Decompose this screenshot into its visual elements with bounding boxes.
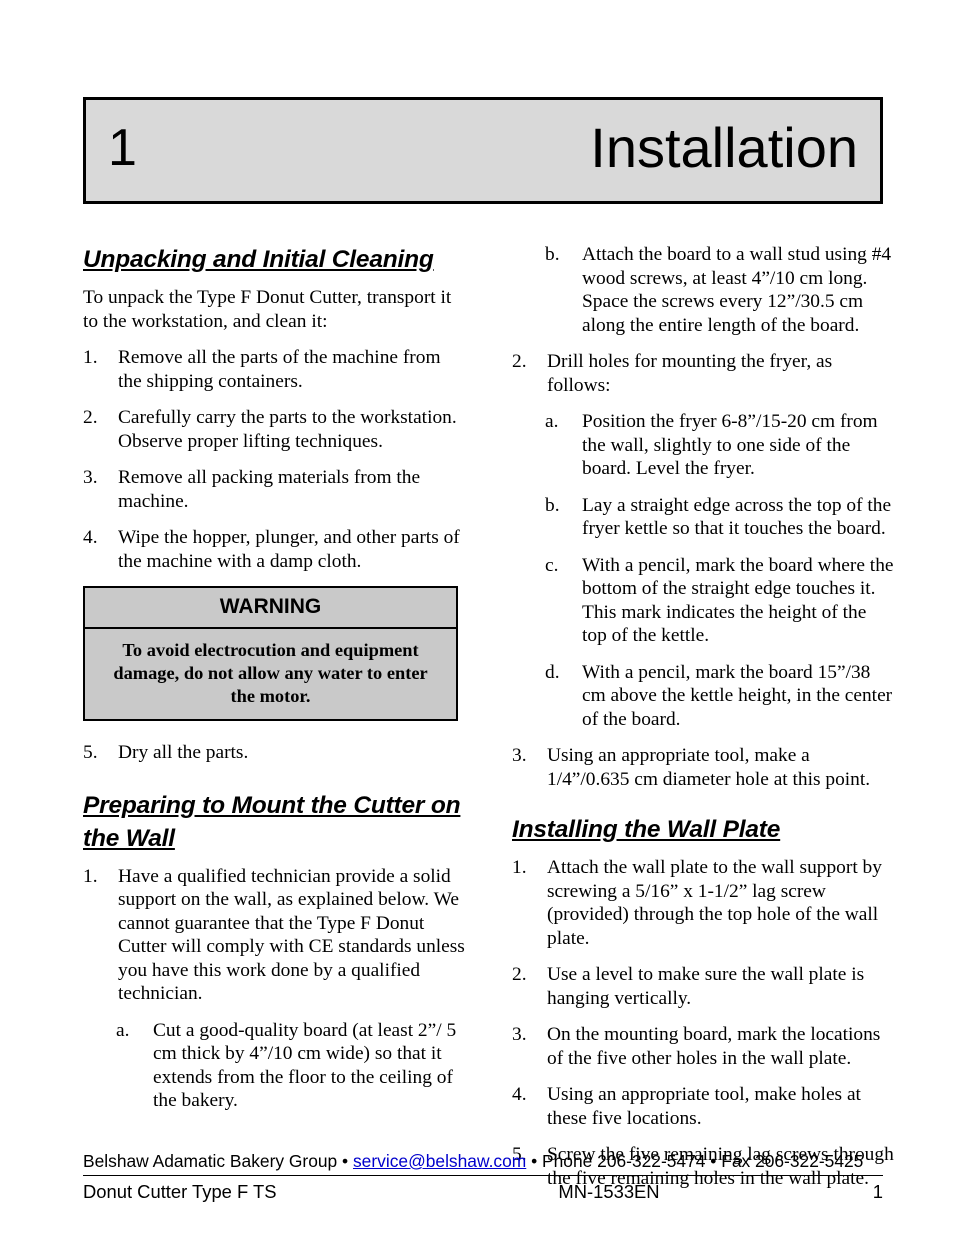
unpacking-steps-list: 1. Remove all the parts of the machine f… bbox=[83, 346, 466, 573]
unpacking-steps-continued: 5. Dry all the parts. bbox=[83, 741, 466, 765]
list-item-text: Using an appropriate tool, make a 1/4”/0… bbox=[547, 745, 871, 790]
list-marker: 3. bbox=[83, 467, 98, 488]
list-item-text: Wipe the hopper, plunger, and other part… bbox=[118, 527, 460, 572]
list-item: c. With a pencil, mark the board where t… bbox=[545, 554, 895, 648]
list-marker: 3. bbox=[512, 1024, 527, 1045]
list-marker: 5. bbox=[83, 742, 98, 763]
list-item: 1. Have a qualified technician provide a… bbox=[83, 865, 466, 1006]
footer-email-link[interactable]: service@belshaw.com bbox=[353, 1151, 526, 1171]
chapter-title: Installation bbox=[590, 115, 858, 179]
list-item: 1. Attach the wall plate to the wall sup… bbox=[512, 856, 895, 950]
list-item: 3. Using an appropriate tool, make a 1/4… bbox=[512, 744, 895, 791]
mounting-substeps-list: a. Cut a good-quality board (at least 2”… bbox=[116, 1019, 466, 1113]
list-item: 2. Drill holes for mounting the fryer, a… bbox=[512, 350, 895, 397]
drill-hole-final-step: 3. Using an appropriate tool, make a 1/4… bbox=[512, 744, 895, 791]
list-item-text: Remove all packing materials from the ma… bbox=[118, 467, 421, 512]
footer-document-title: Donut Cutter Type F TS bbox=[83, 1181, 277, 1202]
list-marker: 1. bbox=[83, 347, 98, 368]
list-item: 2. Use a level to make sure the wall pla… bbox=[512, 963, 895, 1010]
list-item: 3. On the mounting board, mark the locat… bbox=[512, 1023, 895, 1070]
footer-company-name: Belshaw Adamatic Bakery Group bbox=[83, 1151, 338, 1171]
wall-plate-steps-list: 1. Attach the wall plate to the wall sup… bbox=[512, 856, 895, 1190]
list-marker: 4. bbox=[83, 527, 98, 548]
list-marker: a. bbox=[116, 1019, 130, 1041]
heading-installing-the-wall-plate: Installing the Wall Plate bbox=[512, 816, 781, 843]
footer-page-number: 1 bbox=[872, 1181, 883, 1202]
footer-document-number: MN-1533EN bbox=[558, 1181, 660, 1202]
list-marker: b. bbox=[545, 244, 560, 265]
footer-phone: Phone 206-322-5474 bbox=[542, 1151, 706, 1171]
heading-preparing-to-mount: Preparing to Mount the Cutter on the Wal… bbox=[83, 791, 461, 852]
heading-unpacking-and-initial-cleaning: Unpacking and Initial Cleaning bbox=[83, 246, 434, 273]
list-marker: 2. bbox=[512, 964, 527, 985]
mounting-steps-list: 1. Have a qualified technician provide a… bbox=[83, 865, 466, 1006]
list-marker: 3. bbox=[512, 745, 527, 766]
list-item-text: Position the fryer 6-8”/15-20 cm from th… bbox=[582, 411, 878, 479]
list-item: 4. Wipe the hopper, plunger, and other p… bbox=[83, 526, 466, 573]
list-item-text: On the mounting board, mark the location… bbox=[547, 1024, 881, 1069]
warning-box: WARNING To avoid electrocution and equip… bbox=[83, 586, 458, 721]
list-item: a. Cut a good-quality board (at least 2”… bbox=[116, 1019, 466, 1113]
list-item-text: With a pencil, mark the board 15”/38 cm … bbox=[582, 661, 893, 730]
list-item: b. Attach the board to a wall stud using… bbox=[545, 243, 895, 337]
list-item-text: With a pencil, mark the board where the … bbox=[582, 554, 894, 647]
list-item-text: Dry all the parts. bbox=[118, 742, 249, 763]
drill-holes-step: 2. Drill holes for mounting the fryer, a… bbox=[512, 350, 895, 397]
chapter-banner: 1 Installation bbox=[83, 97, 883, 204]
footer-separator: • bbox=[705, 1151, 722, 1171]
list-item: 4. Using an appropriate tool, make holes… bbox=[512, 1083, 895, 1130]
list-item: 3. Remove all packing materials from the… bbox=[83, 466, 466, 513]
list-marker: a. bbox=[545, 411, 559, 432]
list-item: 1. Remove all the parts of the machine f… bbox=[83, 346, 466, 393]
list-marker: 2. bbox=[83, 407, 98, 428]
list-item: a. Position the fryer 6-8”/15-20 cm from… bbox=[545, 410, 895, 481]
list-marker: 1. bbox=[512, 857, 527, 878]
list-marker: c. bbox=[545, 554, 559, 576]
list-item: 2. Carefully carry the parts to the work… bbox=[83, 406, 466, 453]
warning-text: To avoid electrocution and equipment dam… bbox=[85, 629, 456, 719]
list-item-text: Have a qualified technician provide a so… bbox=[118, 865, 465, 1005]
list-item-text: Attach the board to a wall stud using #4… bbox=[582, 244, 892, 336]
list-item-text: Cut a good-quality board (at least 2”/ 5… bbox=[153, 1019, 457, 1112]
list-marker: 4. bbox=[512, 1084, 527, 1105]
list-item-text: Attach the wall plate to the wall suppor… bbox=[547, 857, 882, 949]
list-item-text: Drill holes for mounting the fryer, as f… bbox=[547, 351, 833, 396]
mounting-substeps-continued: b. Attach the board to a wall stud using… bbox=[545, 243, 895, 337]
chapter-number: 1 bbox=[108, 118, 137, 177]
list-marker: 2. bbox=[512, 351, 527, 372]
list-item-text: Lay a straight edge across the top of th… bbox=[582, 494, 892, 540]
right-column: b. Attach the board to a wall stud using… bbox=[512, 243, 895, 1203]
list-marker: d. bbox=[545, 661, 560, 683]
footer-info-row: Donut Cutter Type F TS MN-1533EN 1 bbox=[83, 1176, 883, 1205]
list-item-text: Using an appropriate tool, make holes at… bbox=[547, 1084, 861, 1129]
drill-holes-substeps-list: a. Position the fryer 6-8”/15-20 cm from… bbox=[545, 410, 895, 731]
list-item-text: Use a level to make sure the wall plate … bbox=[547, 964, 865, 1009]
document-page: 1 Installation Unpacking and Initial Cle… bbox=[0, 0, 954, 1235]
list-item: d. With a pencil, mark the board 15”/38 … bbox=[545, 661, 895, 732]
list-item-text: Remove all the parts of the machine from… bbox=[118, 347, 441, 392]
left-column: Unpacking and Initial Cleaning To unpack… bbox=[83, 243, 466, 1126]
list-marker: 1. bbox=[83, 865, 98, 887]
list-item: 5. Dry all the parts. bbox=[83, 741, 466, 765]
list-item-text: Carefully carry the parts to the worksta… bbox=[118, 407, 457, 452]
list-item: b. Lay a straight edge across the top of… bbox=[545, 494, 895, 541]
warning-title: WARNING bbox=[85, 588, 456, 629]
footer-contact-line: Belshaw Adamatic Bakery Group • service@… bbox=[83, 1150, 883, 1175]
footer-separator: • bbox=[526, 1151, 543, 1171]
page-footer: Belshaw Adamatic Bakery Group • service@… bbox=[83, 1150, 883, 1205]
footer-fax: Fax 206-322-5425 bbox=[721, 1151, 864, 1171]
footer-separator: • bbox=[337, 1151, 353, 1171]
intro-paragraph: To unpack the Type F Donut Cutter, trans… bbox=[83, 287, 452, 332]
list-marker: b. bbox=[545, 494, 560, 516]
